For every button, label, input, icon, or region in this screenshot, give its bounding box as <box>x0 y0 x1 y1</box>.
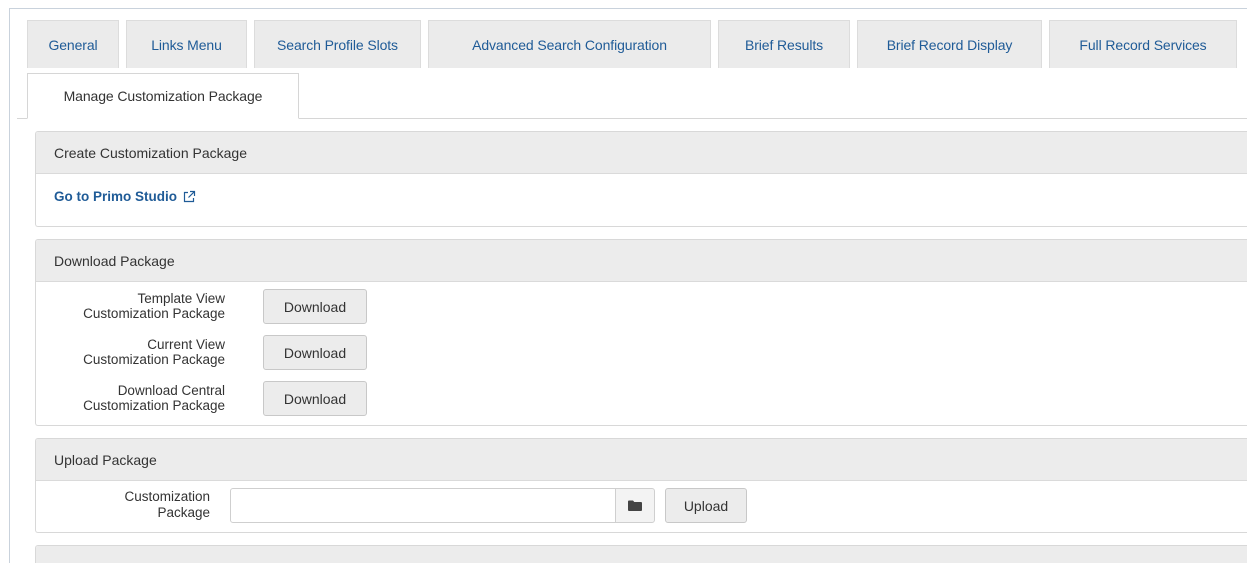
tab-brief-results[interactable]: Brief Results <box>718 20 850 68</box>
label-line: Customization Package <box>83 352 225 367</box>
download-current-button[interactable]: Download <box>263 335 367 370</box>
primo-studio-link-label: Go to Primo Studio <box>54 189 177 204</box>
upload-button[interactable]: Upload <box>665 488 747 523</box>
label-line: Download Central <box>117 383 225 398</box>
download-template-button[interactable]: Download <box>263 289 367 324</box>
tab-advanced-search-configuration[interactable]: Advanced Search Configuration <box>428 20 711 68</box>
current-view-label: Current View Customization Package <box>36 337 225 367</box>
tab-brief-record-display[interactable]: Brief Record Display <box>857 20 1042 68</box>
download-row-template: Template View Customization Package Down… <box>36 289 436 333</box>
tab-full-record-services[interactable]: Full Record Services <box>1049 20 1237 68</box>
folder-icon <box>628 500 642 511</box>
create-package-header: Create Customization Package <box>36 132 1247 174</box>
next-panel-header <box>36 546 1247 563</box>
download-central-button[interactable]: Download <box>263 381 367 416</box>
download-row-central: Download Central Customization Package D… <box>36 381 436 425</box>
label-line: Customization <box>124 489 210 504</box>
primo-studio-link[interactable]: Go to Primo Studio <box>54 189 196 204</box>
package-file-input[interactable] <box>230 488 616 523</box>
download-package-header: Download Package <box>36 240 1247 282</box>
upload-package-panel: Upload Package Customization Package Upl… <box>35 438 1247 533</box>
label-line: Customization Package <box>83 306 225 321</box>
external-link-icon <box>183 190 196 202</box>
upload-row: Customization Package Upload <box>36 481 1247 532</box>
tab-links-menu[interactable]: Links Menu <box>126 20 247 68</box>
label-line: Current View <box>147 337 225 352</box>
file-picker-button[interactable] <box>615 488 655 523</box>
next-panel-partial <box>35 545 1247 563</box>
tab-search-profile-slots[interactable]: Search Profile Slots <box>254 20 421 68</box>
label-line: Template View <box>137 291 225 306</box>
template-view-label: Template View Customization Package <box>36 291 225 321</box>
customization-package-label: Customization Package <box>50 489 210 521</box>
central-package-label: Download Central Customization Package <box>36 383 225 413</box>
download-row-current: Current View Customization Package Downl… <box>36 335 436 379</box>
tab-general[interactable]: General <box>27 20 119 68</box>
upload-package-header: Upload Package <box>36 439 1247 481</box>
label-line: Customization Package <box>83 398 225 413</box>
tab-manage-customization-package[interactable]: Manage Customization Package <box>27 73 299 119</box>
label-line: Package <box>157 505 210 520</box>
create-package-panel: Create Customization Package Go to Primo… <box>35 131 1247 227</box>
download-package-panel: Download Package Template View Customiza… <box>35 239 1247 426</box>
